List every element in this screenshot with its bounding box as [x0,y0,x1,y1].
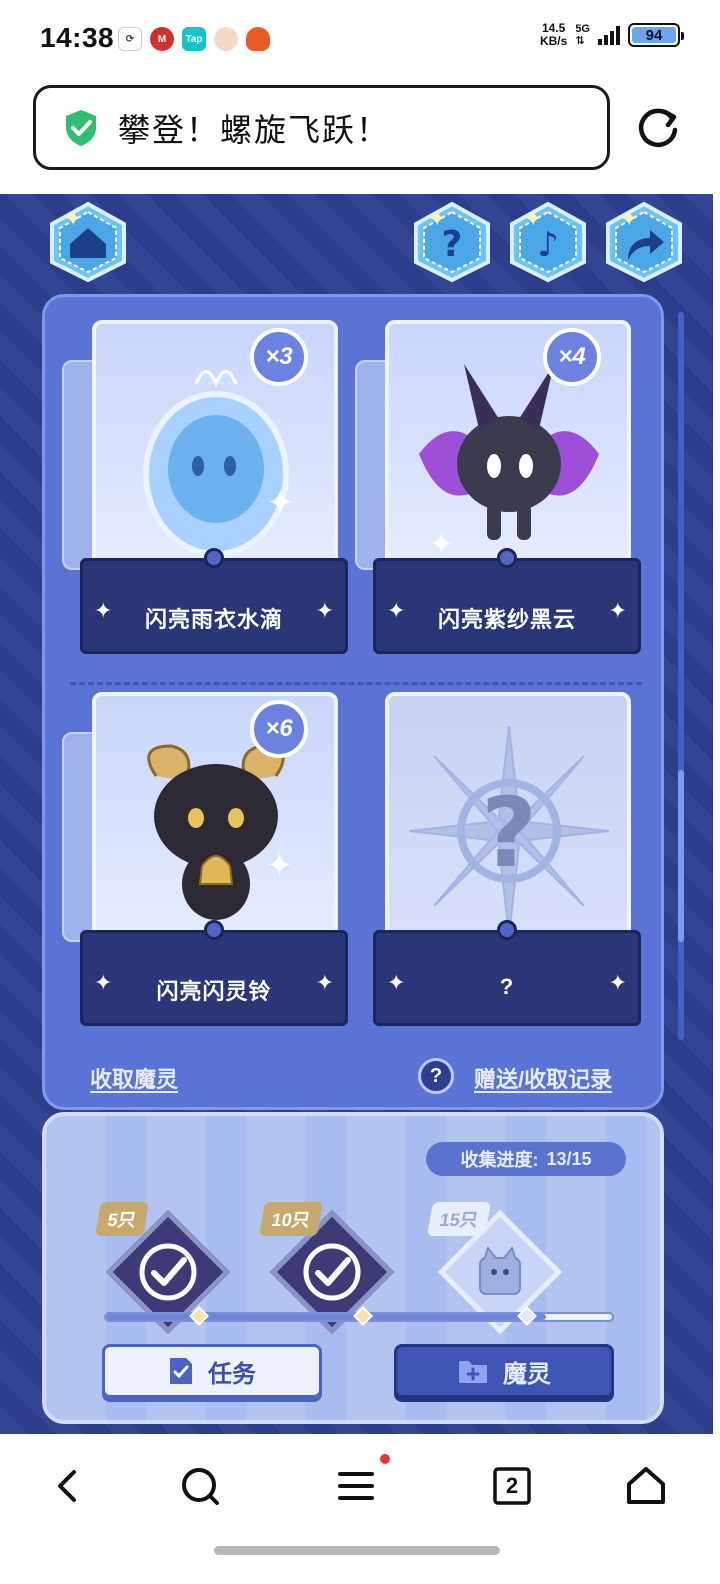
sparkle-icon: ✦ [608,970,627,995]
check-icon [139,1243,197,1301]
svg-text:✦: ✦ [524,207,542,232]
page-title: 攀登！螺旋飞跃！ [118,111,391,148]
address-bar[interactable]: 攀登！螺旋飞跃！ [33,85,610,170]
search-button[interactable] [170,1456,230,1516]
scrollbar-thumb[interactable] [678,770,684,942]
count-badge: ×4 [543,328,601,386]
avatar-app-icon [214,27,238,51]
browser-bottom-nav: 2 [0,1434,720,1584]
home-button[interactable] [616,1456,676,1516]
back-icon [58,1470,76,1502]
menu-icon [338,1472,374,1500]
sync-app-icon: ⟳ [118,27,142,51]
sparkle-icon: ✦ [315,970,334,995]
progress-label: 收集进度: [460,1150,539,1170]
raincoat-droplet-creature: ✦ [143,370,295,557]
game-canvas: ✦ ? ✦ ♪ ✦ ✦ ✦ ×3 ✦ 闪亮雨衣水滴 ✦ ✦ ×4 ✦ 闪亮紫纱黑… [0,194,713,1434]
task-label: 任务 [208,1360,256,1388]
share-icon: ✦ [606,201,682,283]
gesture-bar[interactable] [214,1546,500,1555]
milestone-tag: 10只 [259,1202,324,1236]
cat-gift-icon [479,1245,521,1295]
tabs-count: 2 [505,1473,519,1498]
card-art: ? [385,692,631,952]
net-speed: 14.5 KB/s [539,21,568,48]
battery-level: 94 [632,27,676,44]
svg-text:✦: ✦ [620,207,638,232]
card-name: ? [499,974,515,999]
sprite-card[interactable]: ✦ ×3 ✦ 闪亮雨衣水滴 ✦ [62,320,348,654]
sprite-label: 魔灵 [503,1360,551,1388]
divider [70,682,642,685]
notification-icons: ⟳ M Tap [118,27,270,51]
flash-bell-creature: ✦ [147,744,293,920]
milestone-tag: 15只 [427,1202,492,1236]
sparkle-icon: ✦ [315,598,334,623]
card-name: 闪亮紫纱黑云 [437,607,576,632]
progress-fill [106,1314,547,1320]
purple-black-cloud-creature: ✦ [419,364,599,562]
back-button[interactable] [38,1456,98,1516]
locked-sprite-card[interactable]: ? ✦ ? ✦ [373,692,641,1026]
taptap-icon: Tap [182,27,206,51]
status-right: 14.5 KB/s 5G ⇅ 94 [539,21,684,48]
svg-text:✦: ✦ [429,527,454,562]
music-icon: ♪ ✦ [510,201,586,283]
help-button[interactable]: ? ✦ [410,200,494,284]
china-merchants-bank-icon: M [150,27,174,51]
music-button[interactable]: ♪ ✦ [506,200,590,284]
home-icon: ✦ [50,201,126,283]
count-badge: ×6 [250,700,308,758]
signal-icon [598,25,620,45]
game-app-icon [246,27,270,51]
check-icon [303,1243,361,1301]
battery-icon: 94 [628,23,684,47]
notification-dot [380,1454,390,1464]
locked-snowflake-icon: ? [409,726,609,936]
search-icon [182,1468,219,1505]
help-icon: ? ✦ [414,201,490,283]
home-button[interactable]: ✦ [46,200,130,284]
collection-progress-panel: 收集进度: 13/15 5只 10只 15只 任务 魔灵 [42,1112,664,1424]
svg-text:✦: ✦ [266,483,295,523]
home-icon [627,1467,665,1504]
status-bar: 14:38 ⟳ M Tap 14.5 KB/s 5G ⇅ 94 [0,0,720,80]
gift-records-link[interactable]: 赠送/收取记录 [474,1062,612,1094]
card-name: 闪亮雨衣水滴 [144,607,283,632]
sparkle-icon: ✦ [608,598,627,623]
menu-button[interactable] [326,1456,386,1516]
reload-icon[interactable] [632,104,684,156]
tabs-button[interactable]: 2 [482,1456,542,1516]
collect-sprite-link[interactable]: 收取魔灵 [90,1062,178,1094]
sprite-card[interactable]: ✦ ×6 ✦ 闪亮闪灵铃 ✦ [62,692,348,1026]
clock: 14:38 [40,22,115,53]
count-badge: ×3 [250,328,308,386]
svg-text:?: ? [481,777,537,889]
share-button[interactable]: ✦ [602,200,686,284]
folder-plus-icon [459,1361,487,1383]
svg-text:✦: ✦ [428,207,446,232]
task-icon [170,1358,192,1384]
network-type: 5G ⇅ [575,23,590,47]
task-button[interactable]: 任务 [102,1344,322,1398]
help-icon[interactable]: ? [418,1058,454,1094]
sprite-button[interactable]: 魔灵 [394,1344,614,1398]
shield-check-icon [66,109,96,146]
milestone-tag: 5只 [95,1202,150,1236]
progress-pill: 收集进度: 13/15 [426,1142,626,1176]
svg-text:✦: ✦ [64,207,82,232]
progress-value: 13/15 [546,1148,592,1169]
sprite-card[interactable]: ✦ ×4 ✦ 闪亮紫纱黑云 ✦ [355,320,641,654]
svg-text:✦: ✦ [266,846,293,884]
card-name: 闪亮闪灵铃 [156,979,272,1004]
